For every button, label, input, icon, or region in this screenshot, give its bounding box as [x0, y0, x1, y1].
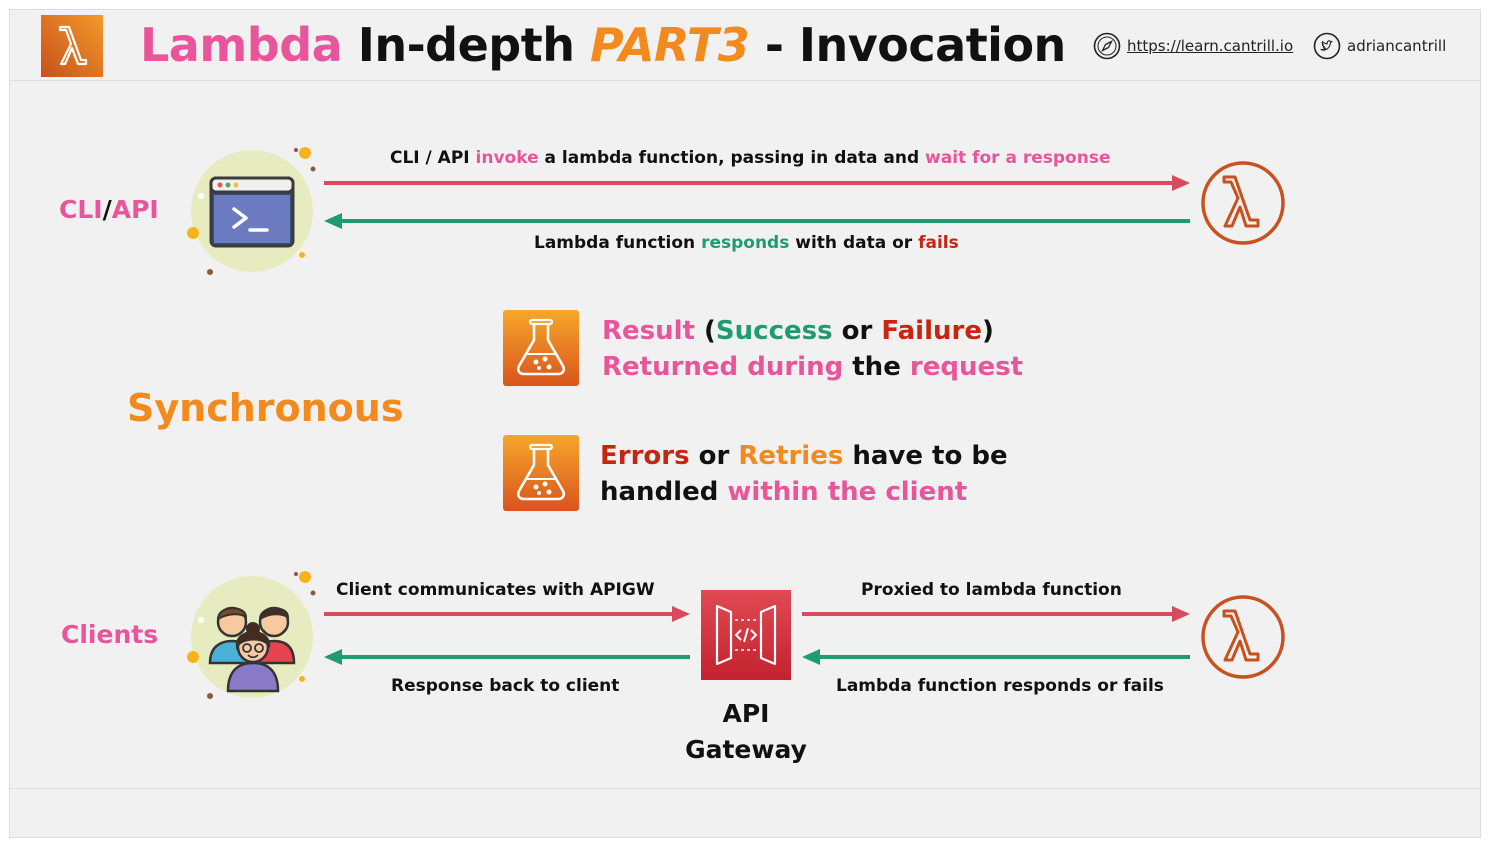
apigw-to-client-label: Response back to client [391, 676, 620, 696]
lambda-icon [1200, 160, 1286, 250]
twitter-icon [1313, 32, 1341, 60]
compass-icon [1093, 32, 1121, 60]
cli-api-label: CLI/API [59, 195, 159, 224]
flask-icon [503, 310, 579, 390]
synchronous-label: Synchronous [127, 386, 404, 430]
apigw-to-lambda-arrow [802, 606, 1190, 622]
lambda-to-apigw-label: Lambda function responds or fails [836, 676, 1164, 696]
page-title: Lambda In-depth PART3 - Invocation [140, 12, 1066, 78]
twitter-handle[interactable]: adriancantrill [1313, 32, 1446, 60]
title-lambda: Lambda [140, 18, 343, 72]
users-icon [182, 567, 322, 711]
title-in-depth: In-depth [357, 18, 575, 72]
api-gateway-label: API Gateway [685, 699, 807, 764]
api-gateway-icon [701, 590, 791, 684]
apigw-to-client-arrow [324, 649, 690, 665]
errors-point: Errors or Retries have to be handled wit… [600, 441, 1008, 507]
slide: Lambda In-depth PART3 - Invocation https… [9, 9, 1481, 838]
footer-divider [10, 788, 1480, 789]
client-to-apigw-label: Client communicates with APIGW [336, 580, 655, 600]
lambda-icon [1200, 594, 1286, 684]
twitter-handle-text[interactable]: adriancantrill [1347, 37, 1446, 55]
flask-icon [503, 435, 579, 515]
cli-request-label: CLI / API invoke a lambda function, pass… [390, 148, 1111, 168]
website-link[interactable]: https://learn.cantrill.io [1093, 32, 1293, 60]
terminal-icon [182, 143, 322, 287]
cli-response-label: Lambda function responds with data or fa… [534, 233, 959, 253]
apigw-to-lambda-label: Proxied to lambda function [861, 580, 1122, 600]
lambda-to-apigw-arrow [802, 649, 1190, 665]
website-url[interactable]: https://learn.cantrill.io [1127, 37, 1293, 55]
header: Lambda In-depth PART3 - Invocation https… [10, 10, 1480, 81]
request-arrow [324, 175, 1190, 191]
result-point: Result (Success or Failure) Returned dur… [602, 316, 1024, 382]
title-part3: PART3 [589, 18, 750, 72]
client-to-apigw-arrow [324, 606, 690, 622]
lambda-logo-icon [41, 15, 103, 77]
response-arrow [324, 213, 1190, 229]
clients-label: Clients [61, 620, 159, 649]
title-invocation: - Invocation [764, 18, 1066, 72]
